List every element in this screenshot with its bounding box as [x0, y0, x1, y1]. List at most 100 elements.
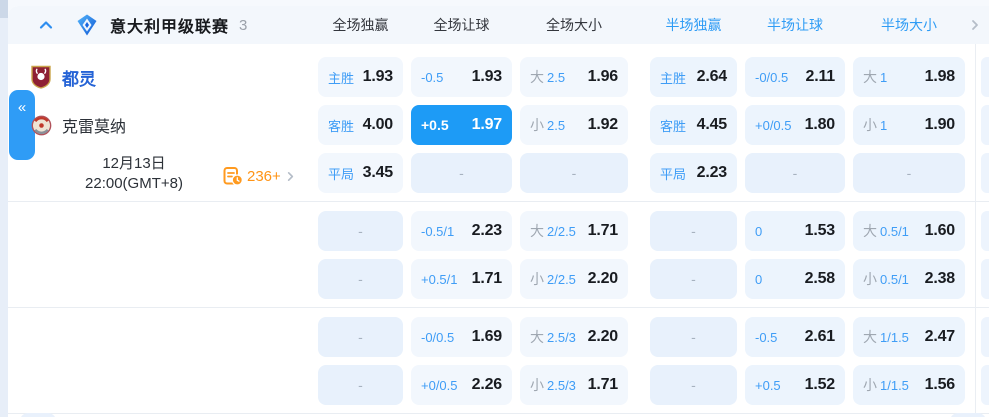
odds-cell[interactable]: 小 1/1.5 1.56 [853, 365, 965, 405]
column-header-halftime-overunder: 半场大小 [881, 17, 937, 33]
odds-line-label: 1/1.5 [880, 329, 909, 345]
odds-cell[interactable]: -0.5 1.93 [411, 57, 512, 97]
odds-cell[interactable]: 主胜 2.64 [650, 57, 737, 97]
odds-cell[interactable]: 大 1 1.98 [853, 57, 965, 97]
odds-value: 1.71 [587, 376, 619, 393]
odds-cell[interactable]: 平局 2.23 [650, 153, 737, 193]
odds-cell[interactable]: 大 2.5/3 2.20 [520, 317, 628, 357]
scroll-right-chevron-icon[interactable] [969, 19, 981, 31]
odds-line-label: 0 [755, 223, 763, 239]
column-header-fulltime-overunder: 全场大小 [546, 17, 602, 33]
odds-cell: - [650, 211, 737, 251]
odds-value: 1.98 [924, 68, 956, 85]
odds-cell[interactable]: 大 0.5/1 1.60 [853, 211, 965, 251]
scrolled-cell-sliver [981, 153, 989, 193]
odds-line-label: -0.5/1 [421, 223, 455, 239]
scrolled-cell-sliver [981, 57, 989, 97]
odds-line-prefix: 大 [530, 329, 544, 345]
odds-page: 意大利甲级联赛 3 全场独赢 全场让球 全场大小 半场独赢 半场让球 半场大小 … [0, 0, 989, 417]
odds-value: 1.93 [471, 68, 503, 85]
odds-line-label: 1 [880, 117, 888, 133]
column-header-halftime-handicap: 半场让球 [767, 17, 823, 33]
odds-value: 1.96 [587, 68, 619, 85]
odds-line-label: 客胜 [660, 118, 687, 134]
more-odds-link[interactable]: 236+ [223, 164, 296, 188]
odds-line-label: 2.5/3 [547, 329, 576, 345]
odds-cell[interactable]: +0/0.5 1.80 [745, 105, 845, 145]
odds-line-label: +0/0.5 [421, 377, 458, 393]
odds-value: 3.45 [362, 164, 394, 181]
odds-value: 2.26 [471, 376, 503, 393]
odds-cell[interactable]: 平局 3.45 [318, 153, 403, 193]
odds-cell[interactable]: +0.5 1.97 [411, 105, 512, 145]
left-scrollbar-thumb[interactable] [0, 0, 8, 18]
odds-cell[interactable]: 主胜 1.93 [318, 57, 403, 97]
collapse-tab-glyph: « [17, 99, 27, 116]
odds-line-prefix: 小 [530, 377, 544, 393]
odds-cell[interactable]: 客胜 4.00 [318, 105, 403, 145]
odds-cell[interactable]: -0/0.5 2.11 [745, 57, 845, 97]
match-info-panel: « 都灵 克雷莫纳 12月13日 22:00(GMT+8) 236+ [8, 44, 310, 417]
odds-value: 2.20 [587, 270, 619, 287]
odds-cell[interactable]: 大 2.5 1.96 [520, 57, 628, 97]
odds-line-label: -0.5 [755, 329, 778, 345]
odds-line-label: 0 [755, 271, 763, 287]
odds-cell[interactable]: 小 2.5/3 1.71 [520, 365, 628, 405]
more-odds-count: 236+ [247, 167, 281, 185]
odds-line-label: 1/1.5 [880, 377, 909, 393]
home-team-badge-icon [30, 65, 52, 89]
left-scrollbar-track[interactable] [0, 0, 8, 417]
odds-cell[interactable]: 小 2/2.5 2.20 [520, 259, 628, 299]
odds-line-label: 平局 [328, 166, 355, 182]
odds-cell: - [318, 317, 403, 357]
odds-line-label: 平局 [660, 166, 687, 182]
more-odds-chevron-icon [285, 171, 296, 182]
odds-cell[interactable]: 0 2.58 [745, 259, 845, 299]
odds-cell[interactable]: 小 2.5 1.92 [520, 105, 628, 145]
away-team-row[interactable]: 克雷莫纳 [30, 105, 126, 145]
scrolled-cell-sliver [981, 105, 989, 145]
odds-value: 2.47 [924, 328, 956, 345]
scrolled-cell-sliver [981, 317, 989, 357]
odds-cell[interactable]: -0.5/1 2.23 [411, 211, 512, 251]
odds-value: 2.23 [696, 164, 728, 181]
odds-cell[interactable]: 大 1/1.5 2.47 [853, 317, 965, 357]
odds-line-label: -0.5 [421, 69, 444, 85]
odds-line-prefix: 大 [530, 69, 544, 85]
league-header: 意大利甲级联赛 3 全场独赢 全场让球 全场大小 半场独赢 半场让球 半场大小 [8, 6, 989, 44]
odds-line-label: 客胜 [328, 118, 355, 134]
odds-cell: - [650, 365, 737, 405]
odds-line-label: 2/2.5 [547, 271, 576, 287]
odds-cell[interactable]: 小 1 1.90 [853, 105, 965, 145]
odds-value: 1.93 [362, 68, 394, 85]
odds-cell[interactable]: 大 2/2.5 1.71 [520, 211, 628, 251]
odds-value: 1.71 [587, 222, 619, 239]
odds-line-prefix: 大 [530, 223, 544, 239]
odds-line-prefix: 大 [863, 329, 877, 345]
odds-value: 1.71 [471, 270, 503, 287]
odds-cell[interactable]: +0.5/1 1.71 [411, 259, 512, 299]
odds-line-label: 0.5/1 [880, 223, 909, 239]
odds-value: 2.64 [696, 68, 728, 85]
odds-cell[interactable]: 小 0.5/1 2.38 [853, 259, 965, 299]
column-header-fulltime-1x2: 全场独赢 [332, 17, 389, 33]
odds-line-label: 2.5 [547, 69, 566, 85]
odds-line-prefix: 小 [863, 377, 877, 393]
odds-cell[interactable]: 0 1.53 [745, 211, 845, 251]
odds-cell: - [650, 259, 737, 299]
odds-line-label: 2.5/3 [547, 377, 576, 393]
odds-cell[interactable]: +0/0.5 2.26 [411, 365, 512, 405]
odds-cell[interactable]: 客胜 4.45 [650, 105, 737, 145]
collapse-chevron-up-icon[interactable] [38, 17, 54, 33]
home-team-row[interactable]: 都灵 [30, 57, 96, 97]
odds-line-label: +0.5 [421, 117, 449, 133]
odds-cell[interactable]: -0/0.5 1.69 [411, 317, 512, 357]
odds-cell[interactable]: +0.5 1.52 [745, 365, 845, 405]
odds-cell[interactable]: -0.5 2.61 [745, 317, 845, 357]
